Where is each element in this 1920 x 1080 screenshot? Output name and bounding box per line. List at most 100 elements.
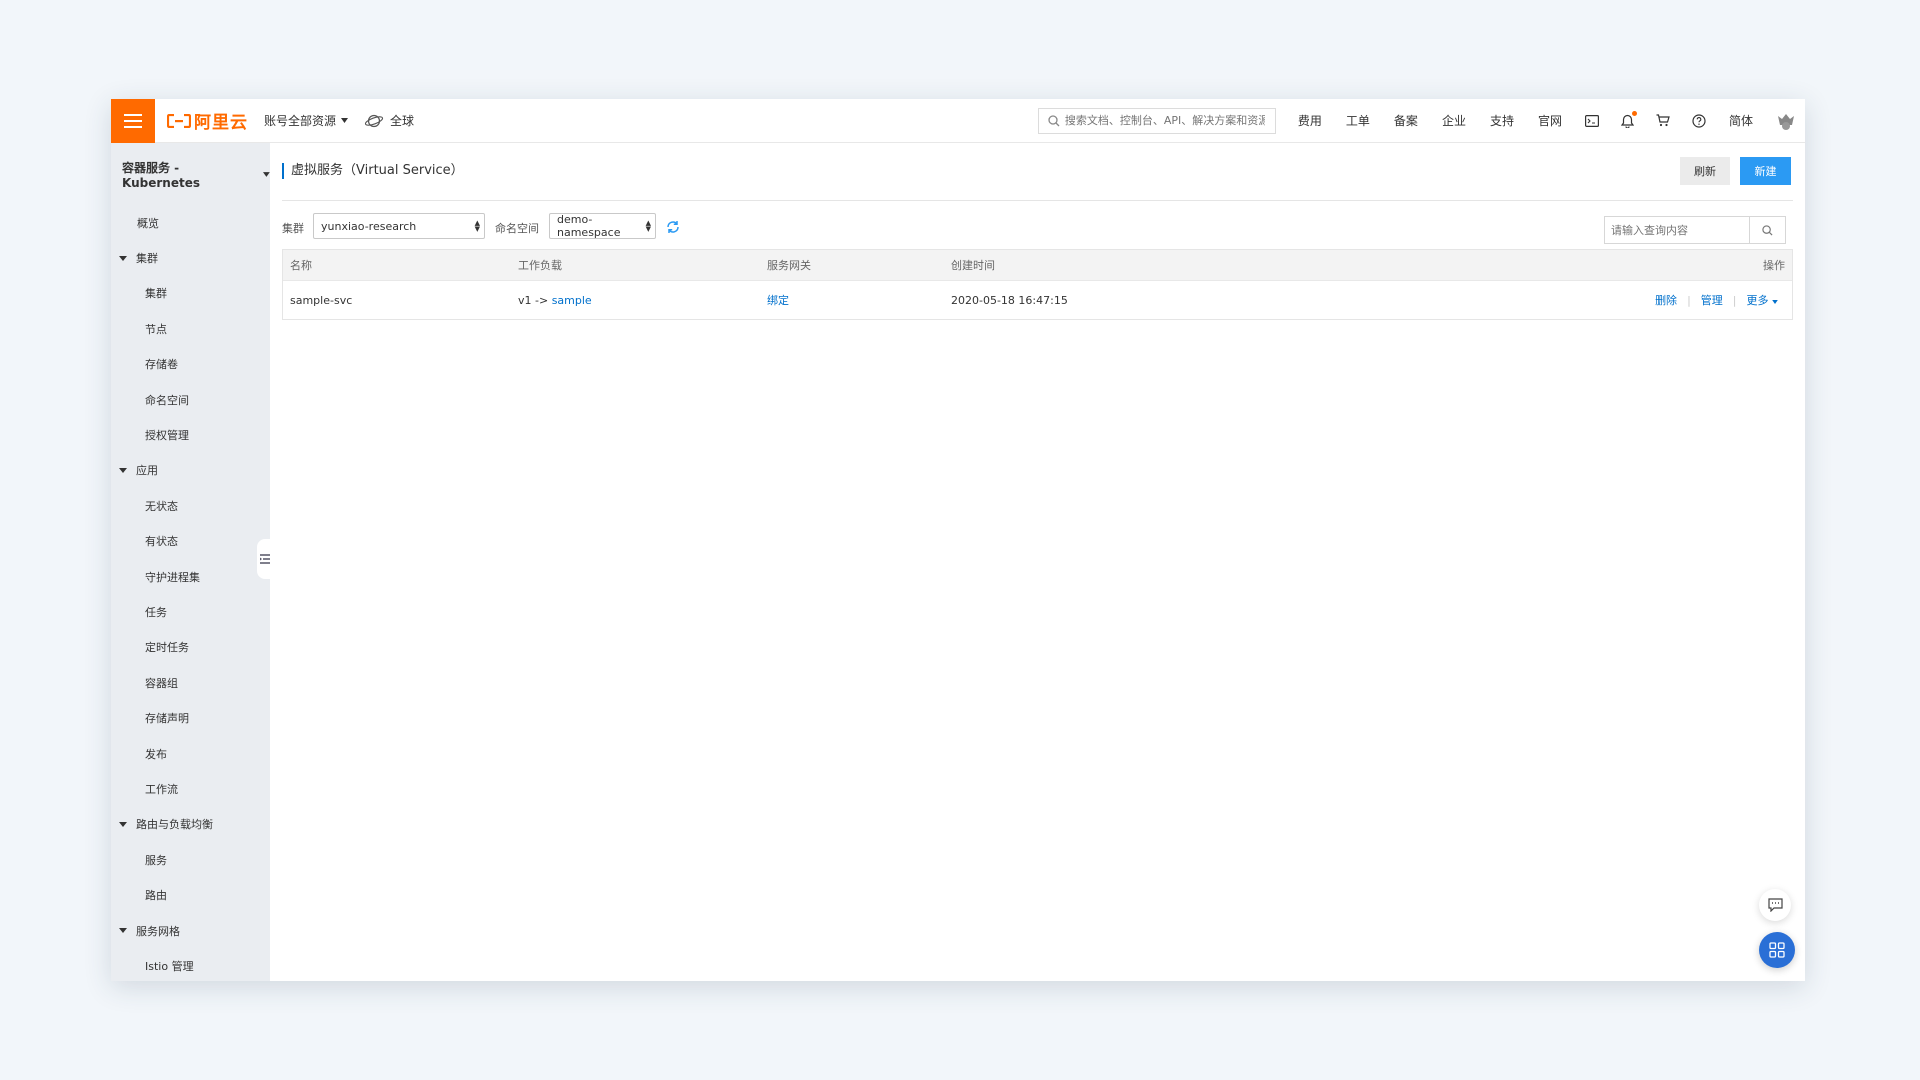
notification-button[interactable] (1620, 110, 1637, 128)
caret-down-icon (263, 171, 270, 177)
expand-triangle-icon (119, 255, 127, 261)
group-label: 路由与负载均衡 (136, 818, 213, 832)
region-selector[interactable]: 全球 (364, 112, 414, 129)
main-content: 虚拟服务（Virtual Service） 刷新 新建 集群 yunxiao-r… (270, 143, 1805, 981)
refresh-button[interactable]: 刷新 (1680, 157, 1730, 185)
sidebar-group-service-mesh[interactable]: 服务网格 (111, 913, 270, 948)
sidebar-item-istio[interactable]: Istio 管理 (111, 948, 270, 981)
filter-bar: 集群 yunxiao-research ▲ ▼ 命名空间 demo-namespa… (282, 205, 1793, 245)
cart-button[interactable] (1656, 114, 1670, 127)
gateway-bind-link[interactable]: 绑定 (767, 292, 789, 308)
sidebar-item-statefulsets[interactable]: 有状态 (111, 524, 270, 559)
cluster-select[interactable]: yunxiao-research ▲ ▼ (313, 213, 485, 239)
expand-triangle-icon (119, 928, 127, 933)
select-arrows-icon: ▲ ▼ (474, 219, 480, 233)
table-row: sample-svc v1 -> sample 绑定 2020-05-18 16… (283, 280, 1792, 319)
sidebar-item-jobs[interactable]: 任务 (111, 594, 270, 629)
chat-float-button[interactable] (1759, 889, 1791, 921)
header-gateway: 服务网关 (767, 259, 811, 272)
sidebar-item-cronjobs[interactable]: 定时任务 (111, 630, 270, 665)
group-label: 服务网格 (136, 924, 180, 938)
cluster-label: 集群 (282, 222, 304, 235)
more-label: 更多 (1746, 294, 1769, 307)
sidebar-nav: 概览 集群 集群 节点 存储卷 命名空间 授权管理 应用 无状态 有状态 守护进… (111, 205, 270, 981)
row-name: sample-svc (290, 293, 353, 307)
reload-button[interactable] (666, 219, 680, 238)
aliyun-logo[interactable]: 阿里云 (167, 99, 248, 143)
query-search-input[interactable] (1605, 217, 1749, 243)
collapse-list-icon (260, 554, 270, 564)
top-bar: 阿里云 账号全部资源 全球 费用 工单 备案 企业 支持 官网 (111, 99, 1805, 143)
console-window: 阿里云 账号全部资源 全球 费用 工单 备案 企业 支持 官网 (111, 99, 1805, 981)
bell-icon (1620, 114, 1634, 128)
expand-triangle-icon (119, 467, 127, 473)
aliyun-logo-icon (167, 113, 191, 128)
nav-official-site[interactable]: 官网 (1538, 112, 1562, 129)
sidebar-item-volumes[interactable]: 存储卷 (111, 347, 270, 382)
sidebar-item-daemonsets[interactable]: 守护进程集 (111, 559, 270, 594)
nav-icp[interactable]: 备案 (1394, 112, 1418, 129)
workload-prefix: v1 -> (518, 293, 549, 307)
notification-dot (1631, 110, 1637, 116)
header-name: 名称 (290, 259, 312, 272)
resources-dropdown[interactable]: 账号全部资源 (264, 112, 349, 129)
group-label: 集群 (136, 252, 158, 266)
more-dropdown[interactable]: 更多 (1747, 292, 1779, 308)
hamburger-menu-button[interactable] (111, 99, 155, 143)
namespace-value: demo-namespace (557, 213, 621, 239)
sidebar-item-authorization[interactable]: 授权管理 (111, 417, 270, 452)
sidebar-item-nodes[interactable]: 节点 (111, 311, 270, 346)
terminal-button[interactable] (1584, 114, 1599, 127)
chat-icon (1767, 898, 1783, 912)
sidebar-item-ingresses[interactable]: 路由 (111, 877, 270, 912)
expand-triangle-icon (119, 821, 127, 827)
global-search-input[interactable] (1064, 114, 1265, 127)
separator: | (1732, 293, 1737, 307)
apps-float-button[interactable] (1759, 932, 1795, 968)
product-switcher[interactable]: 容器服务 - Kubernetes (111, 143, 270, 205)
help-icon (1692, 113, 1706, 128)
global-search[interactable] (1037, 107, 1276, 134)
namespace-select[interactable]: demo-namespace ▲ ▼ (549, 213, 656, 239)
avatar-icon (1778, 113, 1794, 130)
hamburger-icon (124, 113, 142, 128)
page-header: 虚拟服务（Virtual Service） 刷新 新建 (282, 143, 1793, 201)
sidebar-item-deployments[interactable]: 无状态 (111, 488, 270, 523)
sidebar-item-releases[interactable]: 发布 (111, 736, 270, 771)
sidebar-group-routing[interactable]: 路由与负载均衡 (111, 807, 270, 842)
row-created: 2020-05-18 16:47:15 (951, 293, 1068, 307)
query-search-button[interactable] (1749, 217, 1785, 243)
page-title: 虚拟服务（Virtual Service） (282, 163, 464, 179)
sidebar-group-apps[interactable]: 应用 (111, 453, 270, 488)
header-created: 创建时间 (951, 259, 995, 272)
sidebar-item-overview[interactable]: 概览 (111, 205, 270, 240)
region-label: 全球 (390, 114, 415, 128)
sidebar-item-workflows[interactable]: 工作流 (111, 771, 270, 806)
help-button[interactable] (1692, 113, 1706, 128)
search-icon (1048, 114, 1060, 126)
sidebar-item-clusters[interactable]: 集群 (111, 276, 270, 311)
nav-tickets[interactable]: 工单 (1346, 112, 1370, 129)
cluster-value: yunxiao-research (321, 219, 417, 233)
workload-link[interactable]: sample (552, 294, 592, 307)
delete-link[interactable]: 删除 (1655, 292, 1677, 308)
nav-support[interactable]: 支持 (1490, 112, 1514, 129)
row-actions: 删除 | 管理 | 更多 (1655, 292, 1778, 308)
manage-link[interactable]: 管理 (1701, 292, 1723, 308)
sidebar: 容器服务 - Kubernetes 概览 集群 集群 节点 存储卷 命名空间 授… (111, 143, 270, 981)
nav-fees[interactable]: 费用 (1298, 112, 1322, 129)
sidebar-item-pvcs[interactable]: 存储声明 (111, 700, 270, 735)
table-header: 名称 工作负载 服务网关 创建时间 操作 (283, 250, 1792, 280)
namespace-label: 命名空间 (495, 222, 539, 235)
user-avatar[interactable] (1775, 110, 1797, 132)
sidebar-item-pods[interactable]: 容器组 (111, 665, 270, 700)
product-title: 容器服务 - Kubernetes (122, 160, 200, 190)
language-switch[interactable]: 简体 (1729, 112, 1753, 129)
sidebar-item-namespaces[interactable]: 命名空间 (111, 382, 270, 417)
sidebar-group-cluster[interactable]: 集群 (111, 240, 270, 275)
sidebar-item-services[interactable]: 服务 (111, 842, 270, 877)
nav-enterprise[interactable]: 企业 (1442, 112, 1466, 129)
globe-icon (364, 114, 384, 127)
brand-name: 阿里云 (194, 113, 248, 133)
new-button[interactable]: 新建 (1740, 157, 1791, 185)
